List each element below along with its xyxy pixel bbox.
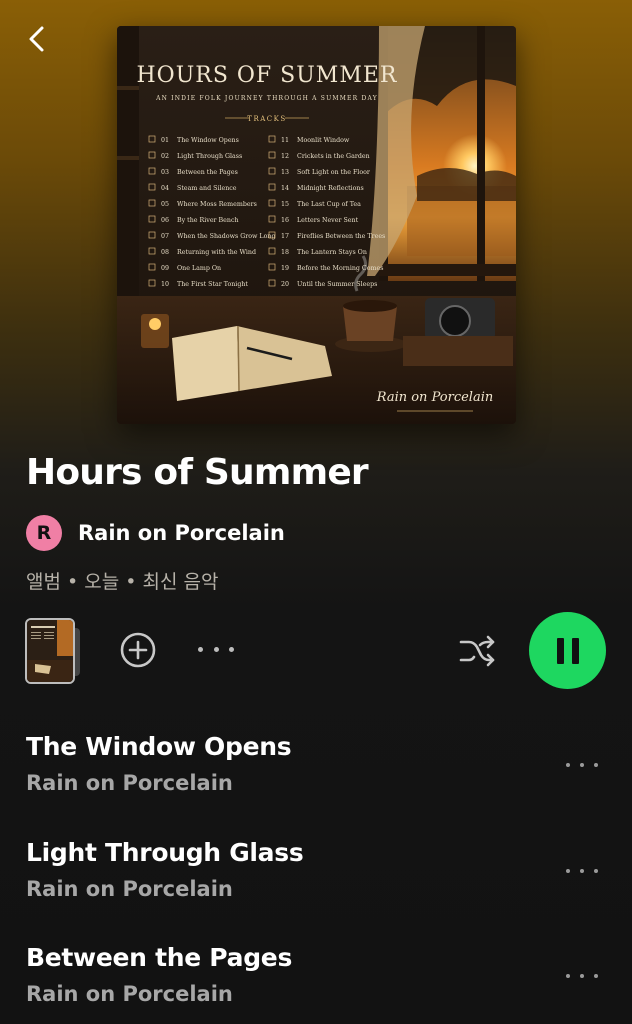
cover-track-title: By the River Bench xyxy=(177,217,239,224)
cover-track-title: Returning with the Wind xyxy=(177,249,256,256)
cover-track-title: Where Moss Remembers xyxy=(177,201,257,208)
cover-track-title: Fireflies Between the Trees xyxy=(297,233,385,240)
cover-track-number: 09 xyxy=(161,265,169,272)
album-meta: 앨범 • 오늘 • 최신 음악 xyxy=(26,571,219,593)
track-artist: Rain on Porcelain xyxy=(26,982,233,1006)
album-thumbnail-button[interactable] xyxy=(25,618,75,684)
artist-name: Rain on Porcelain xyxy=(78,521,285,545)
cover-track-title: One Lamp On xyxy=(177,265,221,272)
shuffle-button[interactable] xyxy=(457,632,497,670)
cover-track-number: 20 xyxy=(281,281,289,288)
chevron-left-icon xyxy=(29,26,44,52)
track-more-button[interactable] xyxy=(566,971,598,981)
more-horizontal-icon xyxy=(566,869,570,873)
cover-track-title: Before the Morning Comes xyxy=(297,265,383,272)
cover-track-title: Moonlit Window xyxy=(297,137,350,144)
cover-track-number: 19 xyxy=(281,265,289,272)
cover-track-number: 02 xyxy=(161,153,169,160)
track-title: The Window Opens xyxy=(26,732,292,761)
track-title: Between the Pages xyxy=(26,943,293,972)
cover-track-number: 03 xyxy=(161,169,169,176)
cover-signature: Rain on Porcelain xyxy=(376,390,494,405)
track-title: Light Through Glass xyxy=(26,838,304,867)
cover-track-number: 18 xyxy=(281,249,289,256)
album-thumbnail-icon xyxy=(27,620,73,682)
back-button[interactable] xyxy=(24,22,52,56)
cover-track-title: Midnight Reflections xyxy=(297,185,364,192)
cover-track-number: 06 xyxy=(161,217,169,224)
shuffle-icon xyxy=(459,635,495,667)
cover-tracks-heading: TRACKS xyxy=(247,115,286,123)
cover-track-title: Light Through Glass xyxy=(177,153,242,160)
plus-circle-icon xyxy=(120,632,156,668)
cover-track-number: 12 xyxy=(281,153,289,160)
cover-track-number: 13 xyxy=(281,169,289,176)
track-artist: Rain on Porcelain xyxy=(26,877,233,901)
cover-track-title: The Lantern Stays On xyxy=(297,249,367,256)
cover-track-title: Steam and Silence xyxy=(177,185,237,192)
cover-track-number: 05 xyxy=(161,201,169,208)
cover-title: HOURS OF SUMMER xyxy=(137,63,398,88)
track-more-button[interactable] xyxy=(566,760,598,770)
cover-track-number: 16 xyxy=(281,217,289,224)
cover-subtitle: AN INDIE FOLK JOURNEY THROUGH A SUMMER D… xyxy=(155,95,378,102)
cover-track-number: 11 xyxy=(281,137,289,144)
cover-track-title: Soft Light on the Floor xyxy=(297,169,371,176)
album-cover: HOURS OF SUMMER AN INDIE FOLK JOURNEY TH… xyxy=(117,26,516,424)
track-row[interactable]: The Window Opens Rain on Porcelain xyxy=(26,732,606,812)
cover-track-title: Crickets in the Garden xyxy=(297,153,370,160)
more-horizontal-icon xyxy=(566,974,570,978)
cover-track-number: 08 xyxy=(161,249,169,256)
cover-track-title: Until the Summer Sleeps xyxy=(297,281,377,288)
track-row[interactable]: Light Through Glass Rain on Porcelain xyxy=(26,838,606,918)
cover-track-title: Letters Never Sent xyxy=(297,217,359,224)
more-horizontal-icon xyxy=(566,763,570,767)
cover-track-number: 15 xyxy=(281,201,289,208)
more-options-button[interactable] xyxy=(198,637,234,661)
add-to-library-button[interactable] xyxy=(119,631,157,669)
avatar: R xyxy=(26,515,62,551)
cover-track-title: The Window Opens xyxy=(177,137,239,144)
cover-track-title: The First Star Tonight xyxy=(177,281,248,288)
cover-track-title: The Last Cup of Tea xyxy=(297,201,361,208)
pause-icon xyxy=(556,637,564,664)
album-title: Hours of Summer xyxy=(26,452,369,493)
cover-track-number: 10 xyxy=(161,281,169,288)
cover-track-number: 14 xyxy=(281,185,289,192)
track-more-button[interactable] xyxy=(566,866,598,876)
pause-button[interactable] xyxy=(529,612,606,689)
more-horizontal-icon xyxy=(198,646,203,652)
cover-track-number: 07 xyxy=(161,233,169,240)
cover-track-number: 04 xyxy=(161,185,169,192)
artist-link[interactable]: R Rain on Porcelain xyxy=(26,515,285,551)
cover-track-title: Between the Pages xyxy=(177,169,238,176)
cover-track-number: 01 xyxy=(161,137,169,144)
cover-track-number: 17 xyxy=(281,233,289,240)
track-artist: Rain on Porcelain xyxy=(26,771,233,795)
cover-track-title: When the Shadows Grow Long xyxy=(177,233,275,240)
track-row[interactable]: Between the Pages Rain on Porcelain xyxy=(26,943,606,1023)
